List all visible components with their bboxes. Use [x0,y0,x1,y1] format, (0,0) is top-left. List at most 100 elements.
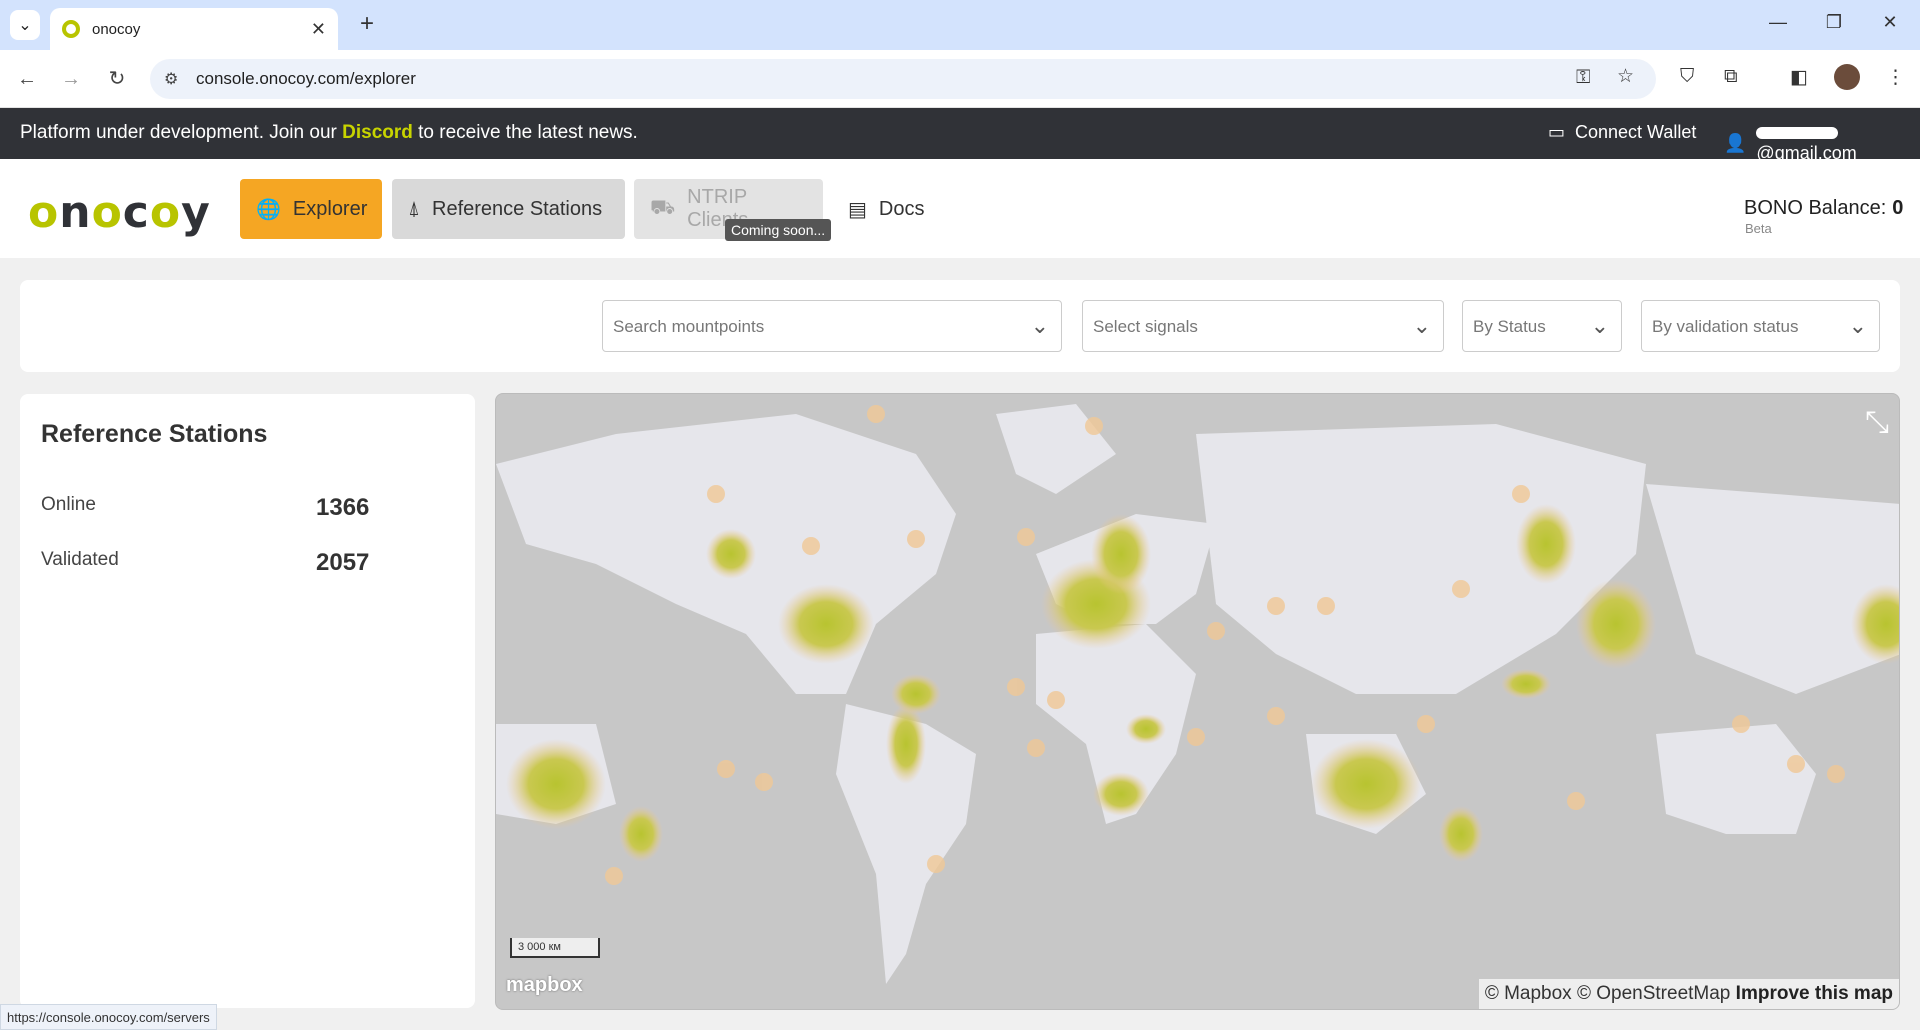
station-dot [1267,707,1285,725]
extensions-icon[interactable]: ⧉ [1724,66,1738,88]
app-header: onocoy 🌐 Explorer ⍋ Reference Stations ⛟… [0,159,1920,258]
back-icon[interactable]: ← [14,66,40,92]
map-scale: 3 000 км [510,938,600,958]
beta-label: Beta [1745,221,1772,236]
station-dot [1827,765,1845,783]
nav-explorer-label: Explorer [292,197,368,220]
station-dot [1452,580,1470,598]
station-dot [1027,739,1045,757]
station-dot [1317,597,1335,615]
mapbox-logo[interactable]: mapbox [506,974,583,997]
attribution-osm[interactable]: © OpenStreetMap [1577,983,1730,1004]
password-key-icon[interactable]: ⚿ [1576,67,1590,89]
tab-search-button[interactable]: ⌄ [10,10,40,40]
connect-wallet-button[interactable]: ▭ Connect Wallet [1548,122,1696,143]
by-validation-status-placeholder: By validation status [1652,317,1799,336]
heat-scandinavia [1091,514,1151,594]
filter-card: Search mountpoints ⌄ Select signals ⌄ By… [20,280,1900,372]
validated-label: Validated [41,549,119,570]
announcement-bar: Platform under development. Join our Dis… [0,108,1920,163]
chevron-down-icon: ⌄ [1590,313,1609,338]
station-dot [1787,755,1805,773]
onocoy-logo[interactable]: onocoy [28,187,211,238]
close-icon[interactable]: ✕ [311,19,326,40]
restore-icon[interactable]: ❐ [1822,12,1846,33]
chevron-down-icon: ⌄ [1030,313,1049,338]
greenland-land [996,404,1116,494]
nav-docs[interactable]: ▤ Docs [832,179,942,239]
new-tab-button[interactable]: + [352,10,382,40]
station-dot [707,485,725,503]
station-dot [717,760,735,778]
station-dot [802,537,820,555]
map-canvas[interactable] [496,394,1900,1010]
site-info-icon[interactable]: ⚙ [164,69,178,89]
improve-map-link[interactable]: Improve this map [1736,983,1893,1004]
status-bar-url: https://console.onocoy.com/servers [0,1004,217,1030]
station-dot [907,530,925,548]
search-mountpoints-select[interactable]: Search mountpoints ⌄ [602,300,1062,352]
station-dot [755,773,773,791]
kebab-menu-icon[interactable]: ⋮ [1886,66,1905,89]
by-status-placeholder: By Status [1473,317,1546,336]
redacted-name [1756,127,1839,140]
user-email: @gmail.com [1756,122,1920,164]
nav-reference-stations[interactable]: ⍋ Reference Stations [392,179,625,239]
url-text: console.onocoy.com/explorer [196,69,416,88]
sidepanel-icon[interactable]: ◧ [1790,66,1808,89]
star-icon[interactable]: ☆ [1617,65,1634,88]
validated-value: 2057 [316,549,370,576]
bono-label: BONO Balance: [1744,197,1887,219]
heat-caribbean [891,674,941,714]
heat-asia-east [1576,579,1656,669]
station-dot [1007,678,1025,696]
discord-link[interactable]: Discord [342,122,413,143]
bono-value: 0 [1892,197,1904,219]
station-dot [1267,597,1285,615]
forward-icon[interactable]: → [58,66,84,92]
by-status-select[interactable]: By Status ⌄ [1462,300,1622,352]
station-dot [1512,485,1530,503]
fullscreen-toggle-icon[interactable]: ⤡ [1865,406,1889,440]
bono-balance: BONO Balance: 0 [1744,197,1903,220]
online-label: Online [41,494,96,515]
online-value: 1366 [316,494,370,521]
chevron-down-icon: ⌄ [18,17,32,34]
nav-reference-stations-label: Reference Stations [432,197,603,220]
attribution-mapbox[interactable]: © Mapbox [1485,983,1572,1004]
reload-icon[interactable]: ↻ [104,66,130,92]
minimize-icon[interactable]: — [1766,12,1790,33]
window-close-icon[interactable]: ✕ [1878,12,1902,33]
profile-avatar[interactable] [1834,64,1860,90]
asia-east-land [1646,484,1899,694]
world-map[interactable]: ⤡ 3 000 км mapbox © Mapbox © OpenStreetM… [495,393,1900,1010]
station-dot [867,405,885,423]
browser-tab[interactable]: onocoy ✕ [50,8,338,50]
announcement-prefix: Platform under development. Join our [20,122,343,143]
user-account[interactable]: 👤 @gmail.com [1724,122,1920,164]
user-icon: 👤 [1724,132,1747,153]
address-bar[interactable]: ⚙ console.onocoy.com/explorer [150,59,1656,99]
chevron-down-icon: ⌄ [1848,313,1867,338]
heat-japan [1516,504,1576,584]
by-validation-status-select[interactable]: By validation status ⌄ [1641,300,1880,352]
asia-land [1196,424,1646,694]
heat-alaska [706,529,756,579]
globe-icon: 🌐 [256,198,281,221]
nav-explorer[interactable]: 🌐 Explorer [240,179,382,239]
station-dot [1567,792,1585,810]
select-signals-placeholder: Select signals [1093,317,1198,336]
station-dot [1417,715,1435,733]
heat-usa [778,584,874,664]
station-dot [1047,691,1065,709]
reference-stations-card: Reference Stations Online 1366 Validated… [20,394,475,1008]
nav-docs-label: Docs [878,197,925,220]
document-icon: ▤ [848,198,867,221]
select-signals-select[interactable]: Select signals ⌄ [1082,300,1444,352]
heat-australia [1311,739,1421,829]
heat-south-africa [1093,772,1149,816]
card-title: Reference Stations [41,420,268,448]
station-dot [605,867,623,885]
shield-icon[interactable]: ⛉ [1680,66,1694,88]
search-mountpoints-placeholder: Search mountpoints [613,317,765,336]
